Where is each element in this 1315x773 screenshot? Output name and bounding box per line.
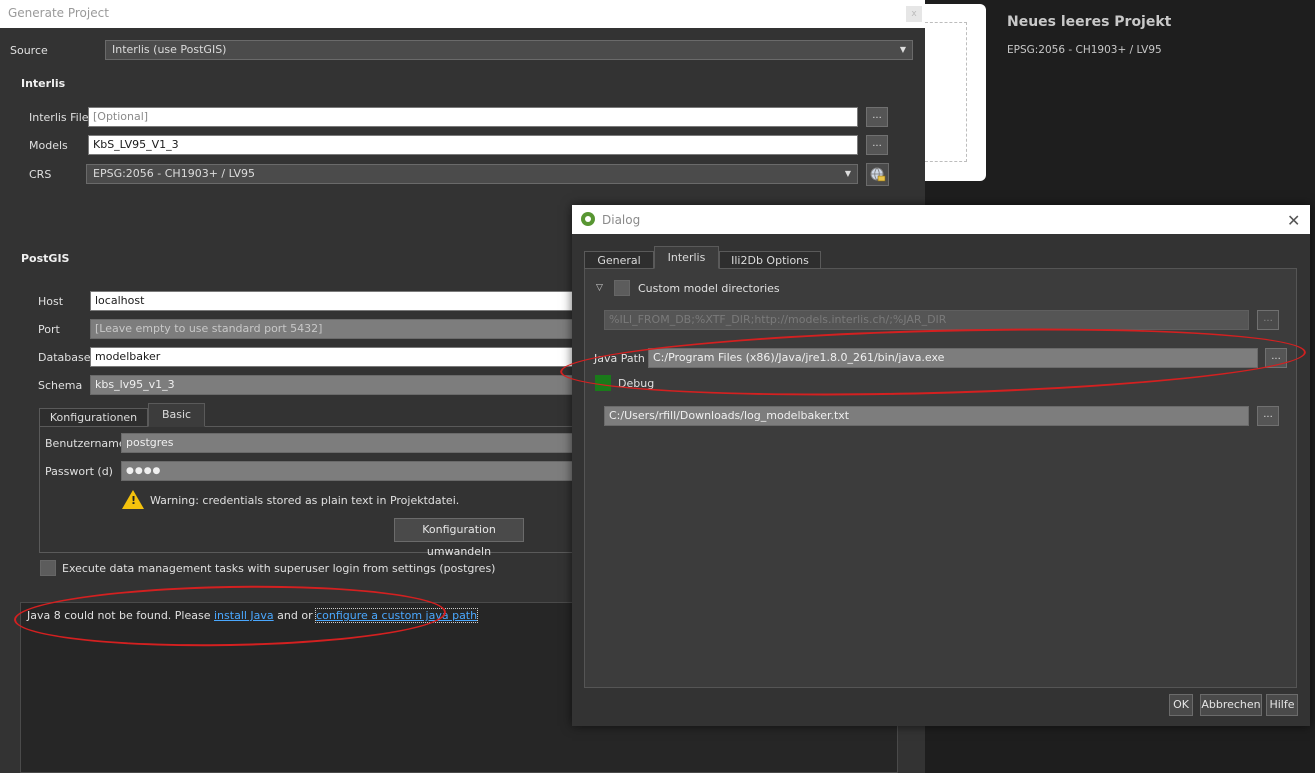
interlis-file-input[interactable]: [Optional]	[88, 107, 858, 127]
crs-selector-button[interactable]	[866, 163, 889, 186]
dialog-close-icon[interactable]: ✕	[1287, 211, 1300, 230]
java-path-input[interactable]: C:/Program Files (x86)/Java/jre1.8.0_261…	[648, 348, 1258, 368]
qgis-logo-icon	[581, 212, 595, 226]
models-browse-button[interactable]: ...	[866, 135, 888, 155]
help-button[interactable]: Hilfe	[1266, 694, 1298, 716]
custom-model-dirs-browse-button[interactable]: ...	[1257, 310, 1279, 330]
cancel-button[interactable]: Abbrechen	[1200, 694, 1262, 716]
password-label: Passwort (d)	[45, 465, 113, 478]
password-input[interactable]: ●●●●	[121, 461, 581, 481]
username-label: Benutzername	[45, 437, 126, 450]
tab-interlis[interactable]: Interlis	[654, 246, 719, 269]
crs-label: CRS	[29, 168, 52, 181]
models-label: Models	[29, 139, 68, 152]
debug-checkbox[interactable]	[595, 375, 611, 391]
message-middle: and or	[277, 609, 313, 622]
configure-java-path-link[interactable]: configure a custom java path	[315, 608, 479, 623]
java-path-label: Java Path	[594, 352, 645, 365]
custom-model-dirs-input[interactable]: %ILI_FROM_DB;%XTF_DIR;http://models.inte…	[604, 310, 1249, 330]
superuser-checkbox[interactable]	[40, 560, 56, 576]
models-input[interactable]: KbS_LV95_V1_3	[88, 135, 858, 155]
log-path-input[interactable]: C:/Users/rfill/Downloads/log_modelbaker.…	[604, 406, 1249, 426]
settings-dialog: Dialog ✕ General Interlis Ili2Db Options…	[572, 205, 1310, 726]
message-prefix: Java 8 could not be found. Please	[27, 609, 211, 622]
tab-ili2db-options[interactable]: Ili2Db Options	[719, 251, 821, 269]
source-select[interactable]: Interlis (use PostGIS) ▼	[105, 40, 913, 60]
window-title: Generate Project	[8, 6, 109, 20]
dialog-title: Dialog	[602, 213, 641, 227]
host-input[interactable]: localhost	[90, 291, 580, 311]
crs-select-value: EPSG:2056 - CH1903+ / LV95	[93, 167, 256, 180]
custom-model-dirs-checkbox[interactable]	[614, 280, 630, 296]
close-button[interactable]: x	[906, 6, 922, 22]
dialog-tab-pane	[584, 268, 1297, 688]
custom-model-dirs-label: Custom model directories	[638, 282, 780, 295]
interlis-section-header: Interlis	[21, 77, 66, 90]
source-label: Source	[10, 44, 48, 57]
template-preview-placeholder	[925, 22, 967, 162]
tab-basic[interactable]: Basic	[148, 403, 205, 427]
superuser-label: Execute data management tasks with super…	[62, 562, 496, 575]
interlis-file-label: Interlis File	[29, 111, 89, 124]
dialog-title-bar	[572, 205, 1310, 234]
ok-button[interactable]: OK	[1169, 694, 1193, 716]
convert-configuration-button[interactable]: Konfiguration umwandeln	[394, 518, 524, 558]
chevron-down-icon: ▼	[899, 45, 906, 54]
globe-icon	[870, 167, 886, 182]
host-label: Host	[38, 295, 64, 308]
port-input[interactable]: [Leave empty to use standard port 5432]	[90, 319, 580, 339]
template-crs: EPSG:2056 - CH1903+ / LV95	[1007, 44, 1162, 56]
template-title[interactable]: Neues leeres Projekt	[1007, 14, 1171, 30]
log-path-browse-button[interactable]: ...	[1257, 406, 1279, 426]
interlis-file-browse-button[interactable]: ...	[866, 107, 888, 127]
java-path-browse-button[interactable]: ...	[1265, 348, 1287, 368]
source-select-value: Interlis (use PostGIS)	[112, 43, 227, 56]
schema-input[interactable]: kbs_lv95_v1_3	[90, 375, 580, 395]
install-java-link[interactable]: install Java	[214, 609, 274, 622]
warning-text: Warning: credentials stored as plain tex…	[150, 494, 460, 507]
warning-icon: !	[122, 490, 144, 510]
database-label: Database	[38, 351, 91, 364]
schema-label: Schema	[38, 379, 83, 392]
crs-select[interactable]: EPSG:2056 - CH1903+ / LV95 ▼	[86, 164, 858, 184]
database-input[interactable]: modelbaker	[90, 347, 580, 367]
java-missing-message: Java 8 could not be found. Please instal…	[27, 608, 479, 623]
postgis-section-header: PostGIS	[21, 252, 70, 265]
username-input[interactable]: postgres	[121, 433, 581, 453]
collapse-arrow-icon[interactable]: ▽	[596, 283, 603, 293]
tab-konfigurationen[interactable]: Konfigurationen	[39, 408, 148, 427]
tab-general[interactable]: General	[584, 251, 654, 269]
port-label: Port	[38, 323, 60, 336]
title-bar	[0, 0, 925, 28]
chevron-down-icon: ▼	[844, 169, 851, 178]
debug-label: Debug	[618, 377, 655, 390]
